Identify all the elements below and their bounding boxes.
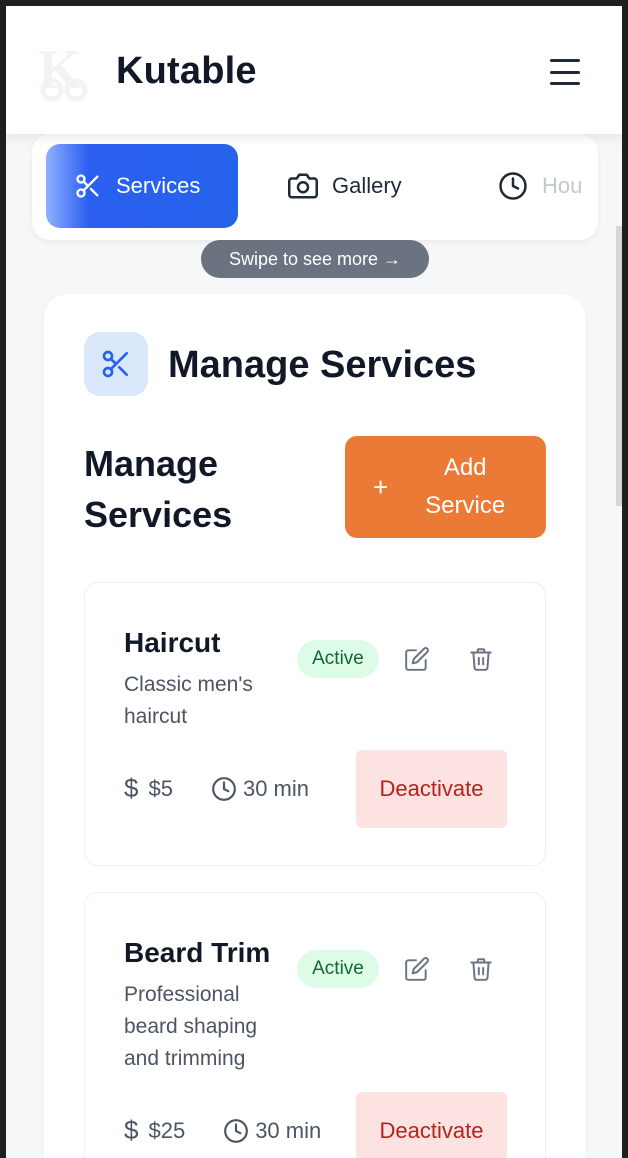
service-description: Professional beard shaping and trimming (124, 983, 258, 1070)
service-item: Beard Trim Professional beard shaping an… (84, 892, 546, 1158)
edit-button[interactable] (403, 955, 431, 983)
service-price: $5 (148, 775, 173, 801)
service-duration: 30 min (223, 1118, 321, 1144)
app-title: Kutable (116, 50, 257, 92)
clock-icon (224, 1118, 249, 1143)
camera-icon (288, 173, 318, 199)
service-price: $25 (148, 1117, 186, 1143)
scissors-icon (102, 350, 128, 378)
top-header: K Kutable (6, 6, 622, 134)
plus-icon: + (373, 471, 389, 502)
deactivate-button[interactable]: Deactivate (356, 1092, 507, 1158)
kutable-logo[interactable]: K (36, 38, 92, 102)
page-subtitle: Manage Services (84, 443, 233, 535)
delete-button[interactable] (467, 955, 495, 983)
add-service-button[interactable]: + Add Service (345, 436, 546, 538)
service-meta: $ $5 30 min (124, 773, 309, 804)
trash-icon (470, 958, 492, 981)
section-icon (84, 332, 148, 396)
status-badge: Active (297, 950, 379, 988)
manage-services-card: Manage Services Manage Services + Add Se… (44, 294, 586, 1158)
section-tabs: Services Gallery Hou (32, 134, 598, 240)
service-description: Classic men's haircut (124, 673, 253, 728)
add-service-label: Add Service (425, 454, 506, 519)
dollar-icon: $ (124, 1115, 139, 1145)
swipe-hint: Swipe to see more → (201, 240, 429, 278)
service-name: Beard Trim (124, 937, 271, 968)
status-badge: Active (297, 640, 379, 678)
dollar-icon: $ (124, 773, 139, 803)
tab-label: Hou (542, 173, 583, 198)
tab-label: Gallery (332, 173, 402, 198)
hamburger-menu-button[interactable] (546, 56, 584, 88)
tab-gallery[interactable]: Gallery (288, 144, 402, 228)
service-duration: 30 min (211, 776, 309, 802)
clock-icon (499, 172, 527, 200)
trash-icon (470, 648, 492, 671)
edit-icon (405, 957, 429, 981)
edit-icon (405, 647, 429, 671)
deactivate-button[interactable]: Deactivate (356, 750, 507, 828)
duration-text: 30 min (255, 1117, 322, 1143)
edit-button[interactable] (403, 645, 431, 673)
tab-label: Services (116, 173, 201, 198)
tab-hours[interactable]: Hou (498, 144, 582, 228)
service-meta: $ $25 30 min (124, 1115, 321, 1146)
scrollbar[interactable] (616, 226, 622, 506)
tab-services[interactable]: Services (46, 144, 238, 228)
section-title: Manage Services (168, 344, 477, 386)
duration-text: 30 min (242, 775, 309, 801)
delete-button[interactable] (467, 645, 495, 673)
menu-icon (550, 59, 580, 62)
scissors-icon (76, 174, 99, 198)
service-name: Haircut (124, 627, 221, 658)
app-frame: K Kutable Services Gallery Hou Swipe to … (6, 6, 622, 1158)
clock-icon (212, 776, 236, 801)
service-item: Haircut Classic men's haircut Active $ $… (84, 582, 546, 866)
